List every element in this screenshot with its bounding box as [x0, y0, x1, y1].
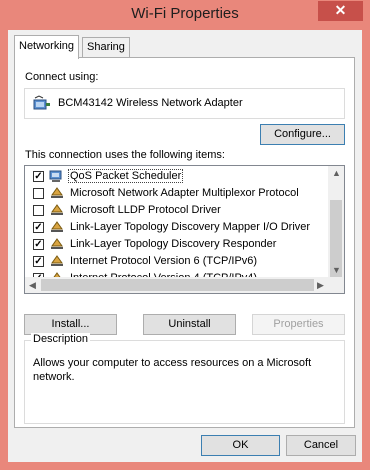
ok-button[interactable]: OK: [201, 435, 280, 456]
scroll-down-icon[interactable]: ▼: [332, 265, 341, 275]
uninstall-button[interactable]: Uninstall: [143, 314, 236, 335]
protocol-icon: [51, 238, 63, 249]
adapter-box: BCM43142 Wireless Network Adapter: [24, 88, 345, 119]
description-legend: Description: [31, 333, 91, 345]
item-label: QoS Packet Scheduler: [68, 169, 184, 183]
close-icon: ✕: [334, 2, 347, 18]
window-title: Wi-Fi Properties: [131, 5, 239, 22]
scrollbar-corner: [328, 277, 344, 293]
tab-sharing[interactable]: Sharing: [82, 37, 130, 58]
connect-using-label: Connect using:: [25, 71, 99, 83]
scroll-left-icon[interactable]: ◀: [29, 280, 36, 291]
protocol-icon: [51, 187, 63, 198]
list-item[interactable]: ✓ Internet Protocol Version 6 (TCP/IPv6): [25, 252, 330, 270]
install-button[interactable]: Install...: [24, 314, 117, 335]
scroll-right-icon[interactable]: ▶: [317, 280, 324, 291]
items-list[interactable]: ✓ QoS Packet Scheduler Microsoft Network A…: [24, 165, 345, 294]
networking-panel: Connect using: BCM43142 Wireless Network…: [14, 57, 355, 428]
item-label: Link-Layer Topology Discovery Responder: [70, 238, 277, 250]
item-checkbox[interactable]: ✓: [33, 256, 44, 267]
item-label: Microsoft LLDP Protocol Driver: [70, 204, 221, 216]
wifi-properties-window: Wi-Fi Properties ✕ Networking Sharing Co…: [0, 0, 370, 470]
adapter-name: BCM43142 Wireless Network Adapter: [58, 97, 243, 109]
horizontal-scroll-thumb[interactable]: [41, 279, 314, 291]
protocol-icon: [51, 204, 63, 215]
configure-button[interactable]: Configure...: [260, 124, 345, 145]
description-group: Description Allows your computer to acce…: [24, 333, 345, 424]
item-checkbox[interactable]: ✓: [33, 239, 44, 250]
list-item[interactable]: ✓ Link-Layer Topology Discovery Mapper I/…: [25, 218, 330, 236]
item-label: Internet Protocol Version 6 (TCP/IPv6): [70, 255, 258, 267]
scheduler-icon: [49, 170, 62, 182]
protocol-icon: [51, 255, 63, 266]
item-checkbox[interactable]: [33, 205, 44, 216]
item-checkbox[interactable]: ✓: [33, 222, 44, 233]
protocol-icon: [51, 221, 63, 232]
item-label: Microsoft Network Adapter Multiplexor Pr…: [70, 187, 299, 199]
network-adapter-icon: [33, 95, 50, 110]
close-button[interactable]: ✕: [318, 1, 363, 21]
items-label: This connection uses the following items…: [25, 149, 225, 161]
item-checkbox[interactable]: [33, 188, 44, 199]
horizontal-scrollbar[interactable]: ◀ ▶: [25, 277, 330, 293]
dialog-client-area: Networking Sharing Connect using: BCM431…: [8, 30, 362, 462]
list-item[interactable]: ✓ Link-Layer Topology Discovery Responder: [25, 235, 330, 253]
item-label: Link-Layer Topology Discovery Mapper I/O…: [70, 221, 311, 233]
properties-button[interactable]: Properties: [252, 314, 345, 335]
list-item[interactable]: Microsoft LLDP Protocol Driver: [25, 201, 330, 219]
description-text: Allows your computer to access resources…: [33, 357, 312, 383]
vertical-scrollbar[interactable]: ▲ ▼: [328, 166, 344, 280]
list-item[interactable]: ✓ QoS Packet Scheduler: [25, 167, 330, 185]
item-checkbox[interactable]: ✓: [33, 171, 44, 182]
list-item[interactable]: Microsoft Network Adapter Multiplexor Pr…: [25, 184, 330, 202]
title-bar[interactable]: Wi-Fi Properties ✕: [0, 0, 370, 30]
cancel-button[interactable]: Cancel: [286, 435, 356, 456]
tab-networking[interactable]: Networking: [14, 35, 80, 59]
scroll-up-icon[interactable]: ▲: [332, 168, 341, 178]
